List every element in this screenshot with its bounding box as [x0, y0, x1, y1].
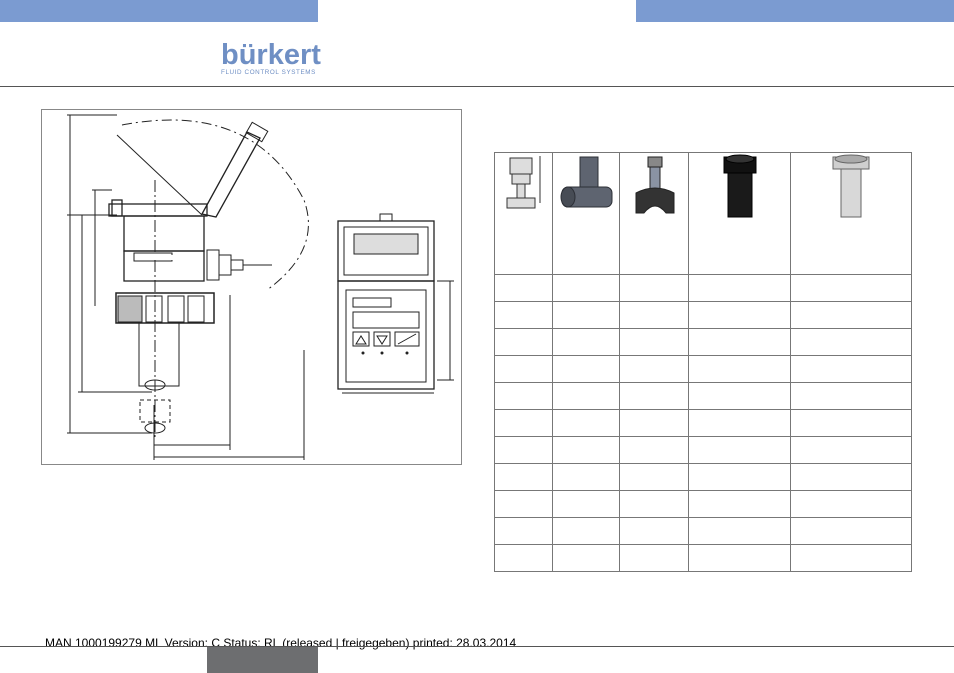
device-image: [506, 156, 540, 209]
logo-tagline: FLUID CONTROL SYSTEMS: [221, 69, 316, 76]
table-header-cell: [619, 152, 689, 275]
table-row: [494, 382, 912, 410]
header-divider: [0, 86, 954, 87]
page-tab: [207, 647, 318, 673]
table-row: [494, 355, 912, 383]
variants-table: [494, 152, 912, 572]
table-header-cell: [688, 152, 791, 275]
t-fitting-image: [560, 156, 613, 208]
table-row: [494, 301, 912, 329]
table-row: [494, 328, 912, 356]
footer-divider: [0, 646, 954, 647]
header-accent-bar-left: [0, 0, 318, 22]
logo-wordmark: bürkert: [221, 39, 321, 71]
table-header-row: [494, 152, 912, 275]
table-row: [494, 463, 912, 491]
table-row: [494, 436, 912, 464]
hygienic-adapter-image: [832, 154, 870, 218]
burkert-logo: bürkert FLUID CONTROL SYSTEMS: [221, 40, 321, 76]
table-row: [494, 409, 912, 437]
table-row: [494, 490, 912, 518]
dimension-drawing: [41, 109, 462, 465]
table-header-cell: [494, 152, 553, 275]
header-accent-bar-right: [636, 0, 954, 22]
table-row: [494, 544, 912, 572]
dimension-drawing-svg: [67, 114, 454, 460]
clamp-saddle-image: [635, 156, 675, 214]
table-row: [494, 517, 912, 545]
table-row: [494, 274, 912, 302]
table-header-cell: [790, 152, 912, 275]
table-header-cell: [552, 152, 620, 275]
weld-on-adapter-image: [723, 154, 756, 218]
